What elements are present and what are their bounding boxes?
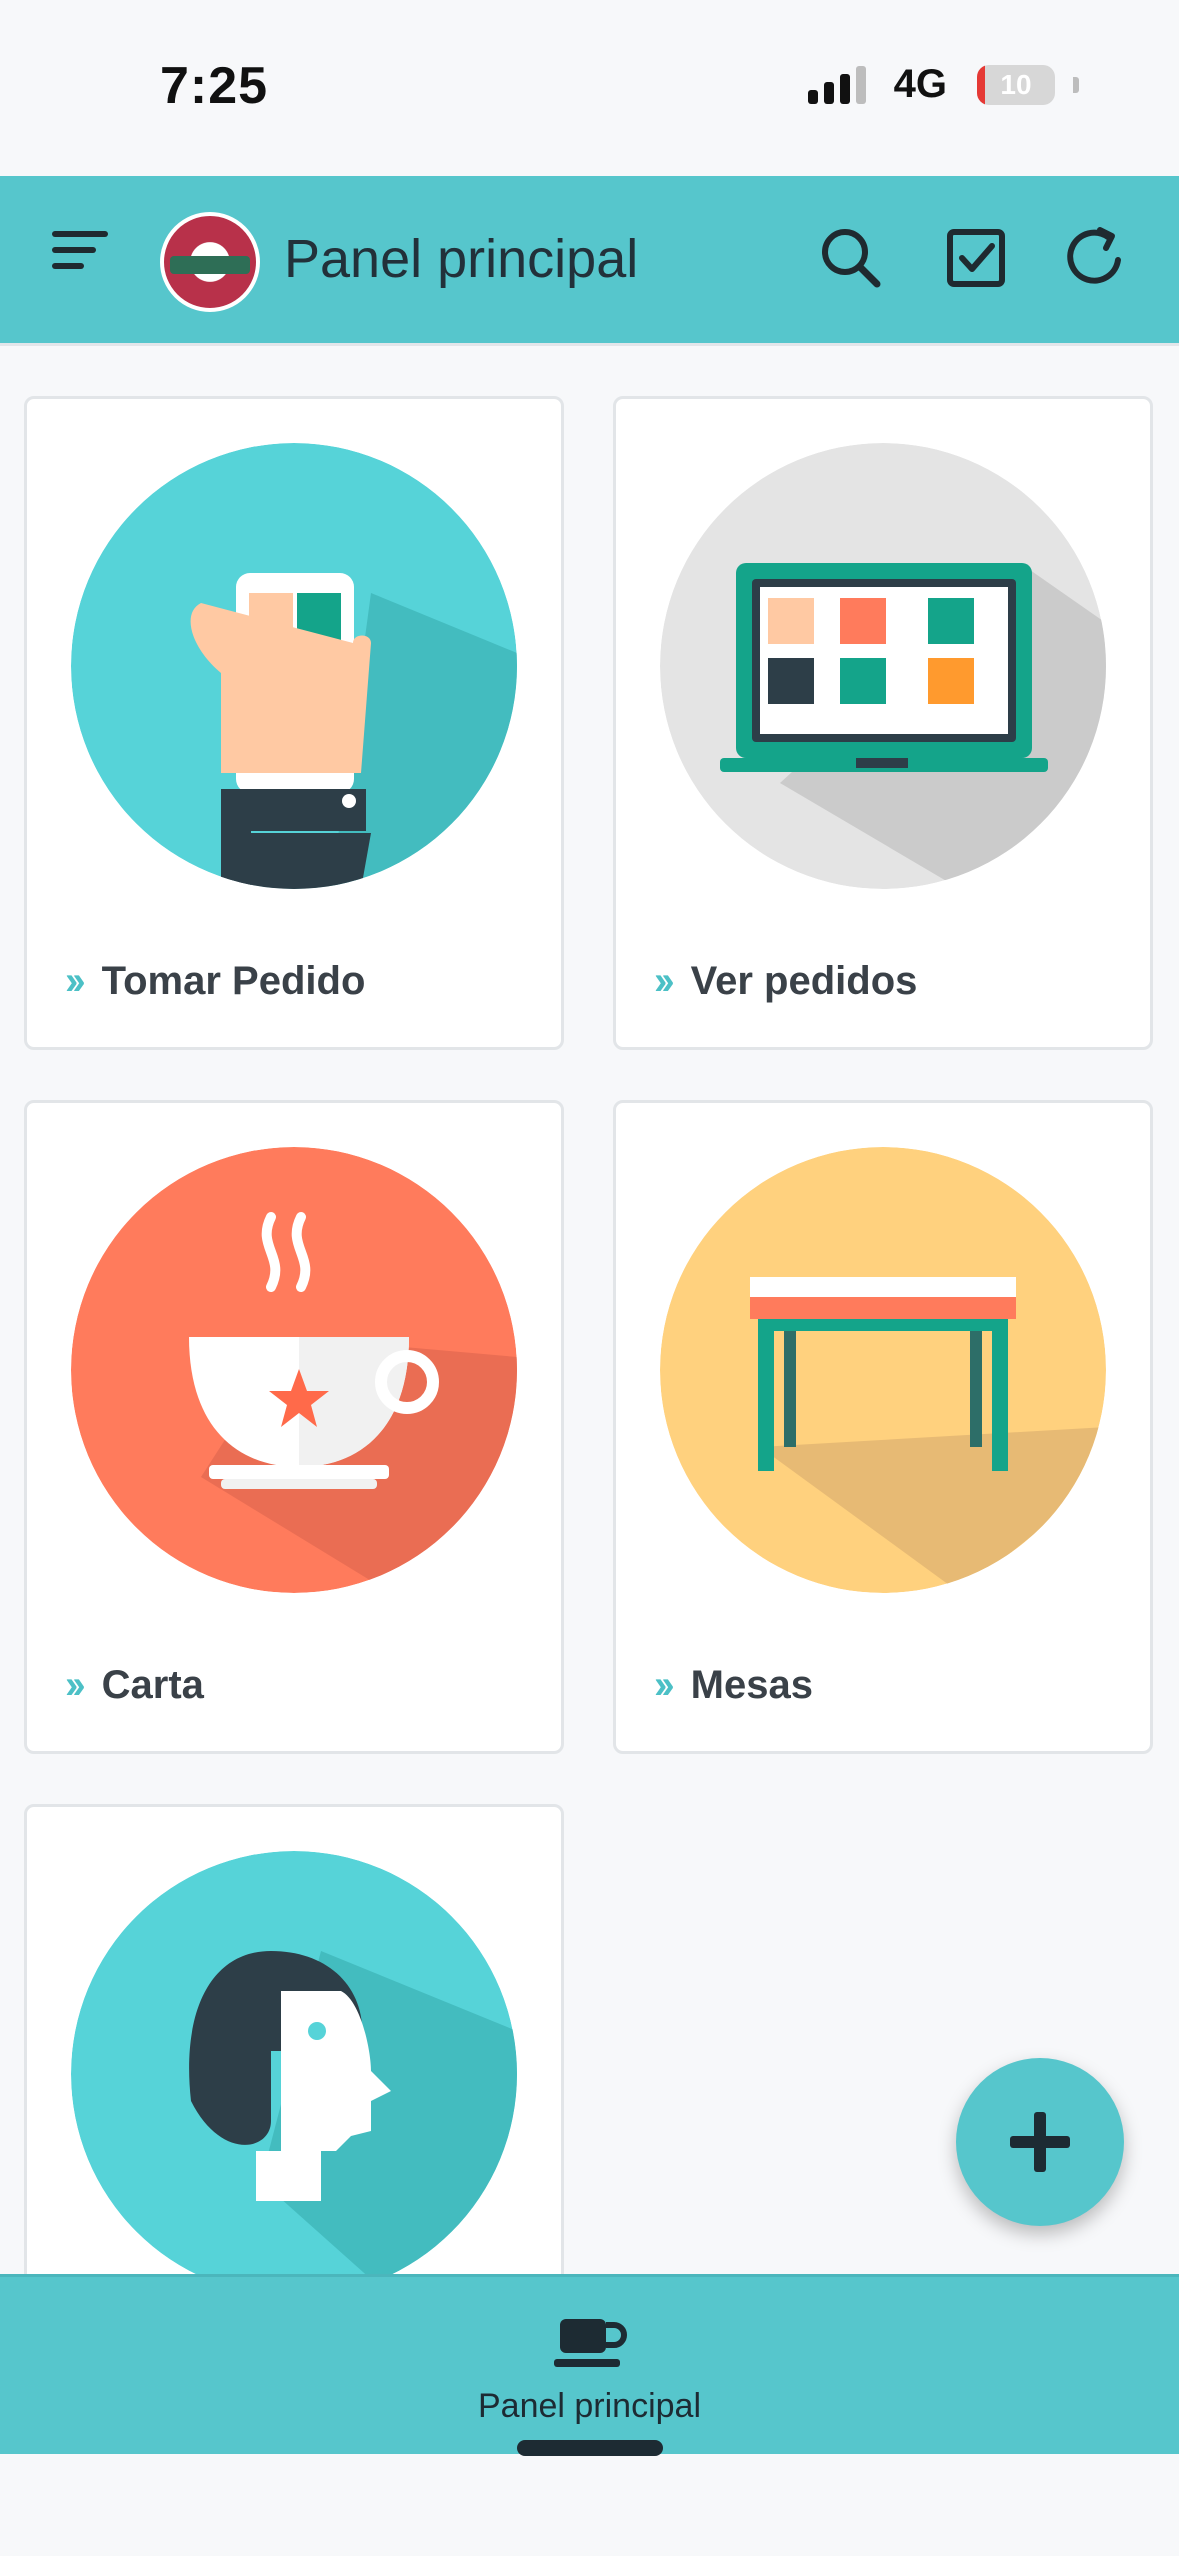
card-carta[interactable]: ›› Carta: [24, 1100, 564, 1754]
home-indicator: [517, 2440, 663, 2456]
battery-level: 10: [1000, 68, 1032, 100]
double-chevron-icon: ››: [65, 959, 85, 1003]
status-time: 7:25: [160, 57, 269, 115]
bottom-nav: Panel principal: [0, 2274, 1179, 2454]
card-label-row: ›› Mesas: [654, 1663, 813, 1708]
status-indicators: 4G 10: [807, 62, 1079, 107]
phone-in-hand-icon: [71, 443, 517, 889]
menu-icon[interactable]: [52, 231, 112, 291]
card-label: Carta: [101, 1663, 204, 1707]
card-tomar-pedido[interactable]: ›› Tomar Pedido: [24, 396, 564, 1050]
card-mesas[interactable]: ›› Mesas: [613, 1100, 1153, 1754]
card-label: Mesas: [690, 1663, 813, 1707]
refresh-icon[interactable]: [1060, 222, 1132, 294]
table-icon: [660, 1147, 1106, 1593]
nav-item-panel-principal[interactable]: Panel principal: [0, 2313, 1179, 2426]
coffee-cup-icon: [71, 1147, 517, 1593]
plus-icon: [1010, 2112, 1070, 2172]
card-label-row: ›› Tomar Pedido: [65, 959, 365, 1004]
logo: [160, 212, 260, 312]
person-profile-icon: [71, 1851, 517, 2297]
double-chevron-icon: ››: [654, 959, 674, 1003]
network-type: 4G: [893, 62, 947, 106]
battery-tip: [1073, 76, 1079, 93]
coffee-cup-icon: [553, 2319, 627, 2367]
laptop-icon: [660, 443, 1106, 889]
nav-label: Panel principal: [477, 2387, 702, 2425]
card-profile[interactable]: [24, 1804, 564, 2304]
card-label-row: ›› Carta: [65, 1663, 204, 1708]
double-chevron-icon: ››: [65, 1663, 85, 1707]
card-label: Ver pedidos: [690, 959, 918, 1003]
card-ver-pedidos[interactable]: ›› Ver pedidos: [613, 396, 1153, 1050]
add-button[interactable]: [956, 2058, 1124, 2226]
double-chevron-icon: ››: [654, 1663, 674, 1707]
battery-icon: 10: [977, 64, 1055, 105]
signal-icon: [807, 65, 866, 104]
card-label: Tomar Pedido: [101, 959, 366, 1003]
checkbox-icon[interactable]: [940, 222, 1012, 294]
app-bar: Panel principal: [0, 176, 1179, 346]
status-bar: 7:25 4G 10: [0, 0, 1179, 176]
card-label-row: ›› Ver pedidos: [654, 959, 917, 1004]
page-title: Panel principal: [284, 229, 639, 289]
search-icon[interactable]: [815, 222, 887, 294]
